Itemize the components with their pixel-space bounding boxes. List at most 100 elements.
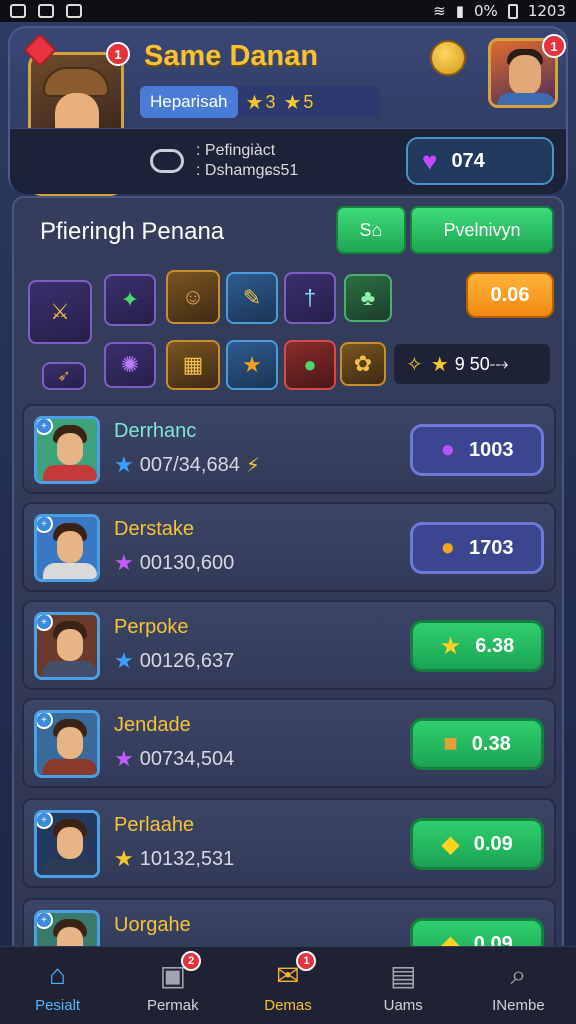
item-potion[interactable]: ● (284, 340, 336, 390)
item-sword[interactable]: ⚔ (28, 280, 92, 344)
item-star[interactable]: ★ (226, 340, 278, 390)
player-score: ★ 007/34,684 ⚡ (114, 452, 260, 478)
star-icon: ★ (114, 746, 134, 771)
nav-item-5[interactable]: ⌕ INembe (461, 947, 576, 1024)
nav-item-3[interactable]: ✉ Demas 1 (230, 947, 345, 1024)
player-row[interactable]: + Jendade ★ 00734,504 ■ 0.38 (22, 698, 556, 788)
player-avatar[interactable]: + (34, 710, 100, 778)
item-gem-green[interactable]: ♣ (344, 274, 392, 322)
gem-value: 074 (451, 149, 485, 172)
rank-badge-icon: + (37, 419, 53, 435)
battery-icon (507, 3, 518, 19)
cookie-icon: ✿ (353, 351, 373, 376)
item-cookie[interactable]: ✿ (340, 342, 386, 386)
player-row[interactable]: + Derstake ★ 00130,600 ● 1703 (22, 502, 556, 592)
star-icon: ★ (245, 91, 264, 114)
row-action-button[interactable]: ◆ 0.09 (410, 818, 544, 870)
info-row: : Pefingiàct : Dshamgɕs51 ♥ 074 (10, 128, 566, 194)
heart-gem-icon: ♥ (422, 145, 438, 176)
row-action-button[interactable]: ★ 6.38 (410, 620, 544, 672)
player-score: ★ 00130,600 (114, 550, 240, 576)
score-value: 10132,531 (139, 847, 235, 870)
star-icon: ★ (114, 452, 134, 477)
face (57, 531, 83, 563)
item-chest[interactable]: ▦ (166, 340, 220, 390)
player-row[interactable]: + Perpoke ★ 00126,637 ★ 6.38 (22, 600, 556, 690)
clock: 1203 (527, 2, 566, 20)
player-tag[interactable]: Heparisah ★ 3 ★ 5 (140, 86, 380, 118)
row-button-value: 6.38 (475, 634, 515, 657)
potion-icon: ● (303, 352, 317, 377)
body (43, 859, 97, 875)
item-magic[interactable]: ✺ (104, 342, 156, 388)
score-value: 00126,637 (139, 649, 235, 672)
nav-label: Permak (146, 997, 199, 1014)
shop-button[interactable]: S⌂ (336, 206, 406, 254)
player-avatar[interactable]: + (34, 810, 100, 878)
nav-item-1[interactable]: ⌂ Pesialt (0, 947, 115, 1024)
player-row[interactable]: + Derrhanc ★ 007/34,684 ⚡ ● 1003 (22, 404, 556, 494)
status-notifications (10, 4, 82, 18)
wifi-icon: ≋ (433, 2, 446, 20)
rank-badge-icon: + (37, 713, 53, 729)
row-button-value: 1703 (469, 536, 514, 559)
coin-icon[interactable] (430, 40, 466, 76)
face (57, 629, 83, 661)
nav-label: Uams (383, 997, 423, 1014)
nav-label: INembe (492, 997, 545, 1014)
scroll-icon: ✎ (242, 285, 262, 310)
signal-icon: ▮ (455, 2, 465, 20)
tag-label: Heparisah (140, 86, 238, 118)
profile-header: 1 Same Danan Heparisah ★ 3 ★ 5 1 : Pefin… (8, 26, 568, 196)
horn-icon: ➶ (57, 368, 71, 385)
notification-icon (10, 4, 26, 18)
body (497, 93, 555, 105)
clover-icon: ♣ (360, 285, 376, 310)
avatar-notification-badge: 1 (106, 42, 130, 66)
game-title: Same Danan (144, 40, 319, 72)
tag-value-1: 3 (265, 91, 276, 112)
reward-strip[interactable]: ✧ ★ 9 50⤏ (394, 344, 550, 384)
score-value: 007/34,684 (139, 453, 240, 476)
row-button-value: 0.09 (473, 832, 513, 855)
currency-icon: ● (440, 436, 456, 463)
player-avatar[interactable]: + (34, 514, 100, 582)
star-icon: ★ (430, 353, 449, 376)
player-score: ★ 00126,637 (114, 648, 240, 674)
player-name: Jendade (114, 714, 191, 736)
dagger-icon: † (303, 285, 317, 310)
player-name: Derrhanc (114, 420, 197, 442)
item-hero[interactable]: ☺ (166, 270, 220, 324)
item-dagger[interactable]: † (284, 272, 336, 324)
item-scroll[interactable]: ✎ (226, 272, 278, 324)
link-icon[interactable] (150, 149, 184, 173)
nav-icon: ⌕ (510, 958, 527, 990)
row-action-button[interactable]: ● 1703 (410, 522, 544, 574)
item-herb[interactable]: ✦ (104, 274, 156, 326)
sparkle-icon: ✧ (406, 353, 423, 376)
row-action-button[interactable]: ● 1003 (410, 424, 544, 476)
main-panel: Pfieringh Penana S⌂ Pvelnivyn ⚔ ✦ ☺ ✎ † … (12, 196, 564, 966)
nav-item-2[interactable]: ▣ Permak 2 (115, 947, 230, 1024)
score-value: 00734,504 (139, 747, 235, 770)
face (57, 727, 83, 759)
app-icon (66, 4, 82, 18)
item-horn[interactable]: ➶ (42, 362, 86, 390)
row-action-button[interactable]: ■ 0.38 (410, 718, 544, 770)
rank-badge-icon: + (37, 813, 53, 829)
player-avatar[interactable]: + (34, 612, 100, 680)
reward-value: 9 50⤏ (454, 353, 509, 374)
status-right: ≋ ▮ 0% 1203 (433, 2, 566, 20)
player-avatar[interactable]: + (34, 416, 100, 484)
gem-counter[interactable]: ♥ 074 (406, 137, 554, 185)
body (43, 465, 97, 481)
rank-badge-icon: + (37, 913, 53, 929)
leaf-icon: ✦ (120, 287, 140, 312)
info-text: : Pefingiàct : Dshamgɕs51 (196, 141, 298, 181)
currency-icon: ◆ (441, 830, 460, 858)
premium-button[interactable]: Pvelnivyn (410, 206, 554, 254)
player-row[interactable]: + Perlaahe ★ 10132,531 ◆ 0.09 (22, 798, 556, 888)
orange-value-button[interactable]: 0.06 (466, 272, 554, 318)
friend-notification-badge: 1 (542, 34, 566, 58)
nav-item-4[interactable]: ▤ Uams (346, 947, 461, 1024)
